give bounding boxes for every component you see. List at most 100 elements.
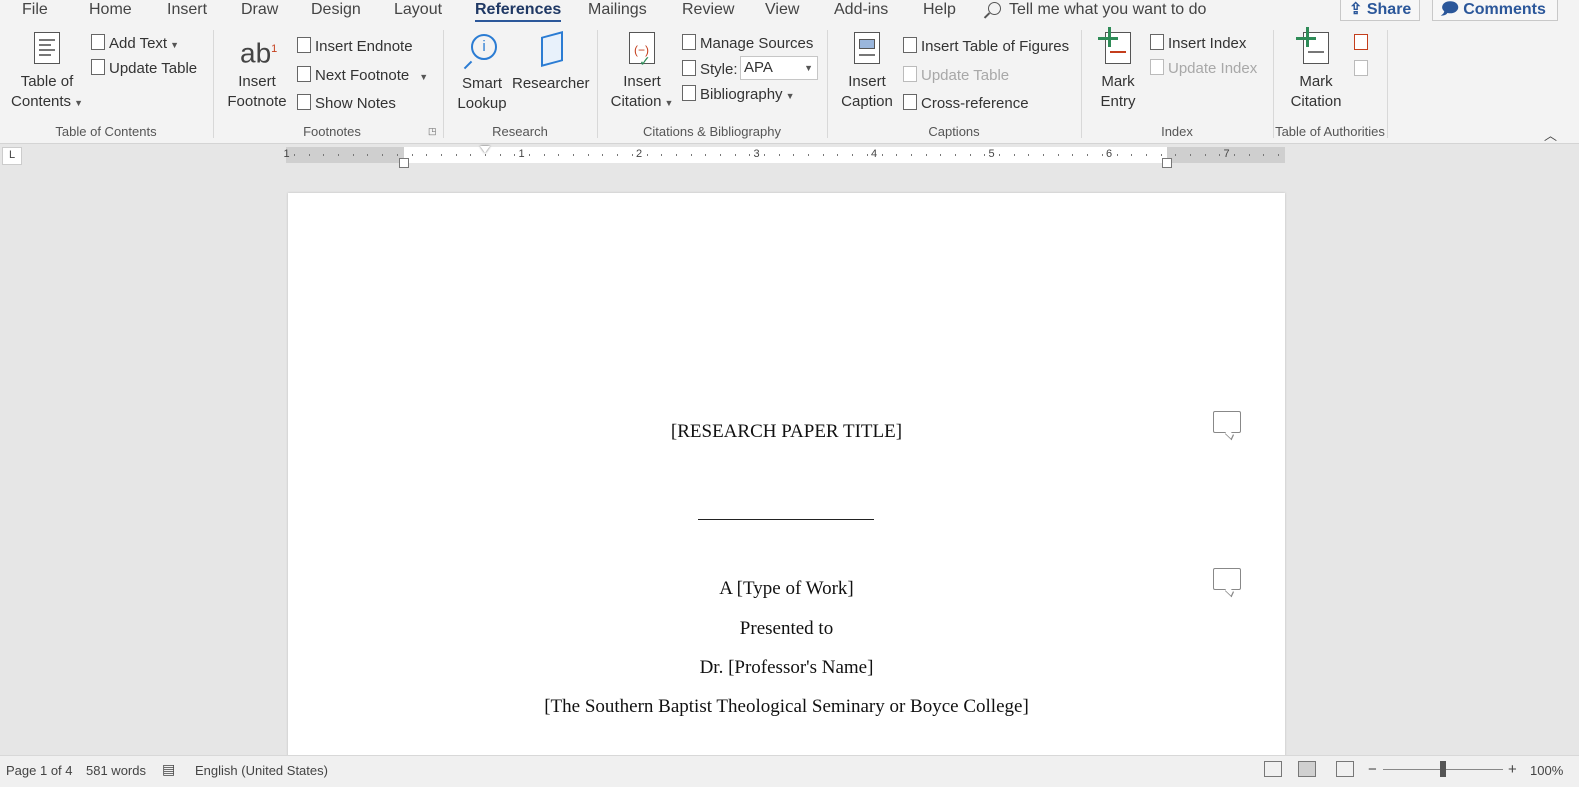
web-layout-icon[interactable]: [1336, 761, 1354, 777]
share-button[interactable]: ⇪ Share: [1340, 0, 1420, 21]
read-mode-icon[interactable]: [1264, 761, 1282, 777]
tab-add-ins[interactable]: Add-ins: [834, 0, 888, 20]
ruler-number: 1: [283, 148, 290, 160]
update-table-of-authorities-icon[interactable]: [1354, 60, 1368, 76]
tell-me-search[interactable]: Tell me what you want to do: [988, 0, 1206, 20]
smart-lookup-button[interactable]: i Smart Lookup: [452, 32, 512, 114]
next-footnote-button[interactable]: Next Footnote ▼: [297, 66, 428, 86]
manage-sources-label: Manage Sources: [700, 35, 814, 52]
tab-mailings[interactable]: Mailings: [588, 0, 647, 20]
professor-name-line[interactable]: Dr. [Professor's Name]: [288, 657, 1285, 679]
ruler-dot: [1189, 154, 1191, 156]
insert-index-button[interactable]: Insert Index: [1150, 34, 1246, 53]
document-page[interactable]: [RESEARCH PAPER TITLE] A [Type of Work] …: [288, 193, 1285, 763]
update-index-label: Update Index: [1168, 60, 1258, 77]
ruler-dot: [1043, 154, 1045, 156]
zoom-in-button[interactable]: +: [1508, 761, 1517, 778]
institution-line[interactable]: [The Southern Baptist Theological Semina…: [288, 696, 1285, 718]
manage-sources-button[interactable]: Manage Sources: [682, 34, 813, 53]
tab-file[interactable]: File: [22, 0, 48, 20]
tab-layout[interactable]: Layout: [394, 0, 442, 20]
tab-home[interactable]: Home: [89, 0, 132, 20]
ruler-dot: [396, 154, 398, 156]
word-count[interactable]: 581 words: [86, 763, 146, 778]
tab-view[interactable]: View: [765, 0, 799, 20]
collapse-ribbon-icon[interactable]: ︿: [1544, 125, 1557, 144]
footnote-icon: ab1: [240, 37, 278, 69]
mark-entry-button[interactable]: Mark Entry: [1090, 27, 1146, 112]
citation-style-dropdown[interactable]: APA ▼: [740, 56, 818, 80]
proofing-icon[interactable]: ▤: [162, 761, 175, 778]
right-indent-marker[interactable]: [1162, 158, 1172, 168]
mark-citation-button[interactable]: Mark Citation: [1284, 27, 1348, 112]
ruler-dot: [881, 154, 883, 156]
ruler-dot: [1219, 154, 1221, 156]
ruler-dot: [573, 154, 575, 156]
insert-endnote-button[interactable]: Insert Endnote: [297, 37, 413, 56]
ruler-dot: [617, 154, 619, 156]
add-text-button[interactable]: Add Text ▼: [91, 34, 179, 54]
ruler-dot: [719, 154, 721, 156]
tab-stop-selector[interactable]: L: [2, 147, 22, 165]
ruler-dot: [514, 154, 516, 156]
horizontal-ruler[interactable]: 1 1 2 3 4 5 6 7: [283, 146, 1285, 168]
citation-style-value: APA: [744, 59, 773, 76]
table-of-contents-button[interactable]: Table of Contents ▼: [8, 32, 86, 113]
left-indent-marker[interactable]: [399, 158, 409, 168]
cross-reference-button[interactable]: Cross-reference: [903, 94, 1029, 113]
type-of-work-line[interactable]: A [Type of Work]: [288, 578, 1285, 600]
group-divider: [443, 30, 444, 138]
group-label-toc: Table of Contents: [55, 124, 157, 139]
ruler-dot: [1101, 154, 1103, 156]
print-layout-icon[interactable]: [1298, 761, 1316, 777]
zoom-out-button[interactable]: −: [1368, 761, 1377, 778]
tab-insert[interactable]: Insert: [167, 0, 207, 20]
insert-footnote-button[interactable]: ab1 Insert Footnote: [222, 32, 292, 112]
update-table-button[interactable]: Update Table: [91, 59, 197, 78]
update-table-figures-button[interactable]: Update Table: [903, 66, 1009, 85]
ruler-dot: [793, 154, 795, 156]
search-icon: [988, 2, 1001, 15]
tab-help[interactable]: Help: [923, 0, 956, 20]
ruler-dot: [294, 154, 295, 156]
insert-caption-line1: Insert: [848, 73, 886, 90]
show-notes-button[interactable]: Show Notes: [297, 94, 396, 113]
zoom-slider-thumb[interactable]: [1440, 761, 1446, 777]
ruler-dot: [749, 154, 751, 156]
insert-caption-button[interactable]: Insert Caption: [836, 32, 898, 112]
ruler-dot: [675, 154, 677, 156]
ruler-dot: [1234, 154, 1235, 156]
update-index-button[interactable]: Update Index: [1150, 59, 1257, 78]
ruler-dot: [646, 154, 648, 156]
ruler-number: 5: [988, 148, 995, 160]
zoom-level[interactable]: 100%: [1530, 763, 1563, 778]
tab-review[interactable]: Review: [682, 0, 734, 20]
ruler-dot: [808, 154, 810, 156]
page-count[interactable]: Page 1 of 4: [6, 763, 73, 778]
insert-index-icon: [1150, 34, 1164, 50]
ruler-dot: [1160, 154, 1162, 156]
comment-icon[interactable]: [1213, 411, 1241, 433]
ruler-bar: L 1 1 2 3 4 5 6 7: [0, 144, 1579, 171]
bibliography-button[interactable]: Bibliography ▼: [682, 85, 794, 105]
comments-button[interactable]: 🗩 Comments: [1432, 0, 1558, 21]
first-line-indent-marker[interactable]: [480, 146, 490, 153]
show-notes-label: Show Notes: [315, 95, 396, 112]
group-divider: [1273, 30, 1274, 138]
ruler-dot: [852, 154, 854, 156]
insert-caption-icon: [850, 32, 884, 68]
insert-citation-button[interactable]: (−) ✓ Insert Citation ▼: [606, 32, 678, 113]
insert-index-label: Insert Index: [1168, 35, 1247, 52]
comment-icon[interactable]: [1213, 568, 1241, 590]
tab-references[interactable]: References: [475, 0, 562, 23]
tab-design[interactable]: Design: [311, 0, 361, 20]
dialog-launcher-icon[interactable]: ◳: [428, 126, 437, 137]
language-indicator[interactable]: English (United States): [195, 763, 328, 778]
tab-draw[interactable]: Draw: [241, 0, 278, 20]
chevron-down-icon: ▼: [664, 98, 674, 108]
research-paper-title[interactable]: [RESEARCH PAPER TITLE]: [288, 421, 1285, 443]
insert-table-of-authorities-icon[interactable]: [1354, 34, 1368, 50]
presented-to-line[interactable]: Presented to: [288, 618, 1285, 640]
researcher-button[interactable]: Researcher: [512, 31, 590, 94]
insert-table-of-figures-button[interactable]: Insert Table of Figures: [903, 37, 1069, 56]
